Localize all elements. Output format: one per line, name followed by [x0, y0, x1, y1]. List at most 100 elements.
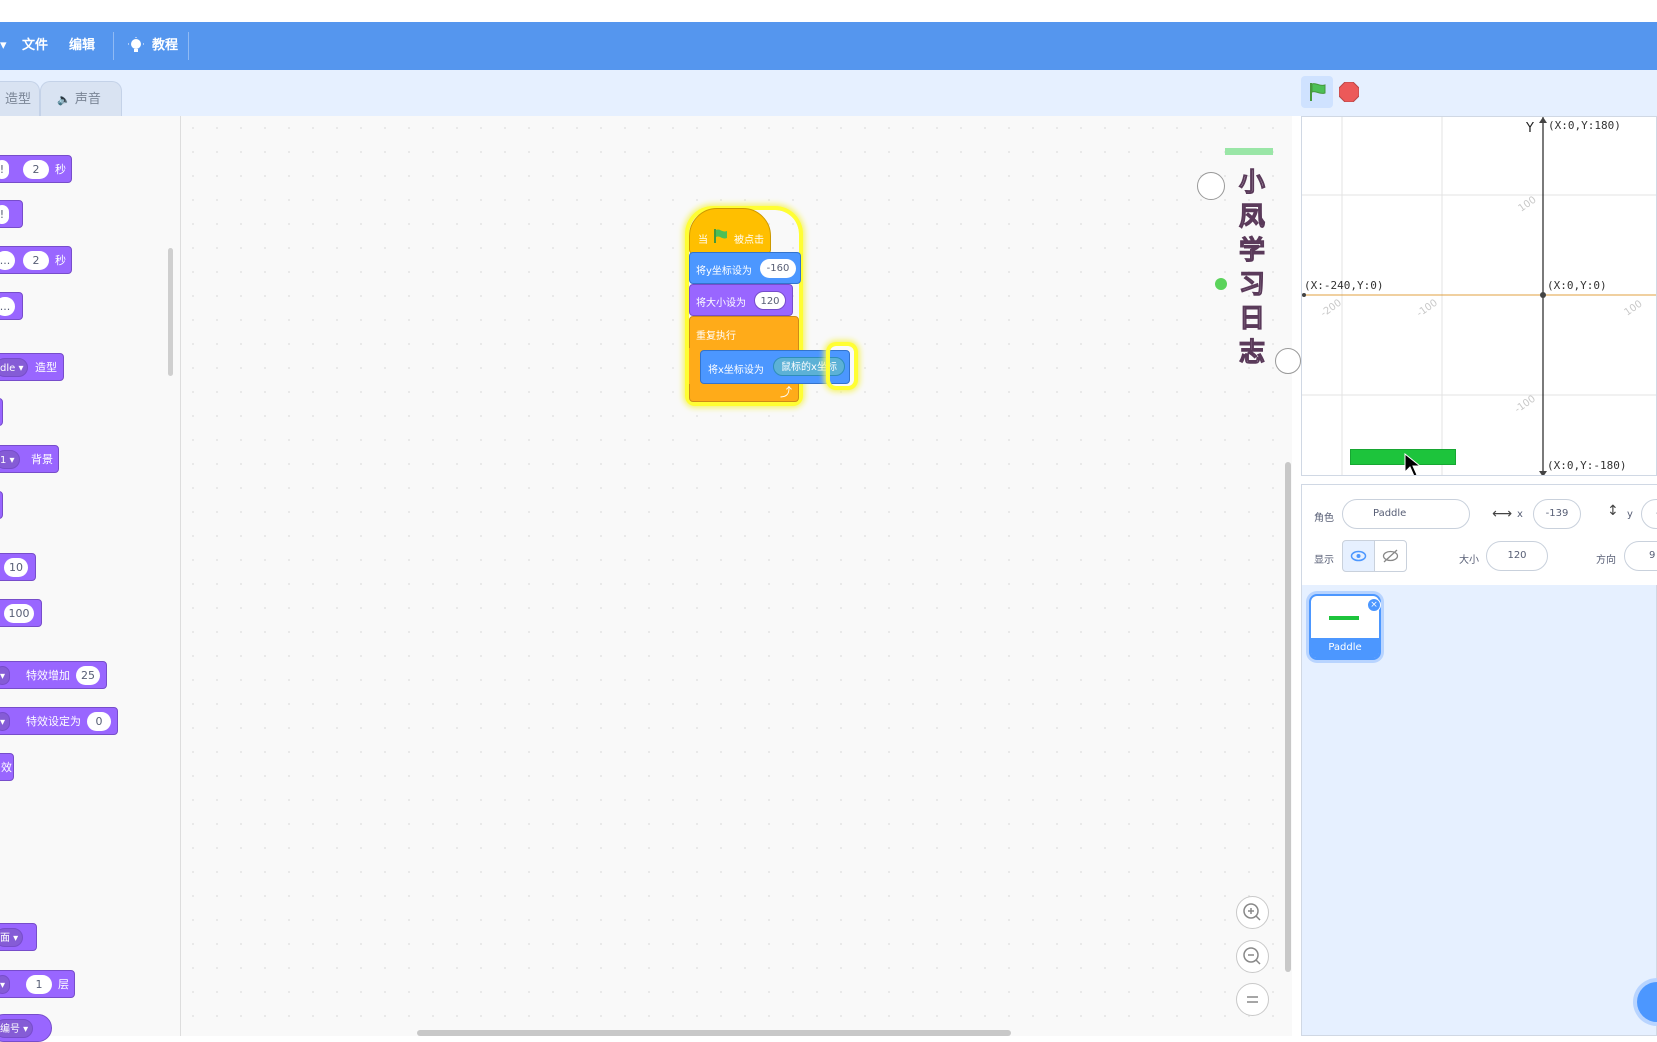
hide-button[interactable] — [1374, 540, 1407, 572]
palette-block-say-for-secs[interactable]: ! 2 秒 — [0, 155, 72, 183]
palette-block-next-backdrop[interactable] — [0, 491, 3, 519]
block-label: 当 — [698, 235, 708, 246]
block-input[interactable]: ... — [0, 297, 15, 316]
stage[interactable]: Y (X:0,Y:180) (X:-240,Y:0) (X:0,Y:0) (X:… — [1301, 116, 1657, 476]
palette-block-switch-costume[interactable]: dle ▾ 造型 — [0, 353, 64, 381]
set-y-block[interactable]: 将y坐标设为 -160 — [689, 252, 801, 284]
tab-costumes[interactable]: 造型 — [0, 81, 40, 116]
watermark-char: 习 — [1238, 270, 1266, 301]
set-size-input[interactable]: 120 — [754, 291, 786, 310]
y-input[interactable]: - — [1641, 499, 1657, 529]
dropdown-value: dle — [0, 363, 16, 374]
zoom-reset-button[interactable] — [1236, 983, 1269, 1016]
set-y-input[interactable]: -160 — [760, 259, 796, 278]
sprite-info: 角色 Paddle ⟷ x -139 ↕ y - 显示 大小 120 方向 9 — [1302, 485, 1657, 585]
browser-strip — [0, 0, 1657, 22]
block-input[interactable]: 10 — [4, 558, 28, 577]
block-label: 重复执行 — [696, 331, 736, 342]
eye-slash-icon — [1382, 549, 1399, 563]
number-dropdown[interactable]: 编号 ▾ — [0, 1019, 34, 1038]
costume-dropdown[interactable]: dle ▾ — [0, 358, 29, 377]
lightbulb-icon[interactable] — [128, 22, 144, 70]
direction-dropdown[interactable]: ▾ — [0, 975, 11, 994]
palette-block-change-size[interactable]: 10 — [0, 553, 36, 581]
menu-file[interactable]: 文件 — [22, 22, 48, 70]
block-label: 被点击 — [734, 235, 764, 246]
when-flag-clicked-block[interactable]: 当 被点击 — [689, 208, 771, 254]
palette-block-clear-effects[interactable]: 效 — [0, 753, 14, 781]
set-x-block[interactable]: 将x坐标设为 鼠标的x坐标 — [700, 350, 850, 384]
dropdown-value: 面 — [0, 933, 10, 944]
block-input[interactable]: 2 — [23, 251, 49, 270]
speaker-icon: 🔈 — [57, 93, 71, 106]
palette-block-say[interactable]: ! — [0, 200, 23, 228]
effect-dropdown[interactable]: ▾ — [0, 666, 11, 685]
x-label: x — [1517, 509, 1523, 520]
block-input[interactable]: 100 — [4, 604, 34, 623]
block-input[interactable]: 1 — [26, 975, 52, 994]
x-input[interactable]: -139 — [1533, 499, 1581, 529]
menu-divider — [113, 32, 114, 60]
sprite-thumbnail-label: Paddle — [1311, 638, 1379, 658]
palette-scrollbar[interactable] — [168, 248, 173, 376]
watermark-char: 小 — [1238, 168, 1266, 199]
x-value: -139 — [1545, 508, 1569, 519]
paddle-sprite[interactable] — [1350, 449, 1456, 465]
palette-block-set-size[interactable]: 100 — [0, 599, 42, 627]
block-label: 造型 — [35, 361, 57, 374]
palette-block-switch-backdrop[interactable]: 1 ▾ 背景 — [0, 445, 59, 473]
menu-bar: ▾ 文件 编辑 教程 — [0, 22, 1657, 70]
sprite-name-input[interactable]: Paddle — [1342, 499, 1470, 529]
delete-sprite-button[interactable]: × — [1367, 598, 1381, 612]
palette-block-costume-number[interactable]: 编号 ▾ — [0, 1014, 52, 1042]
size-label: 大小 — [1459, 555, 1479, 566]
set-size-block[interactable]: 将大小设为 120 — [689, 284, 793, 316]
loop-arrow-icon: ⤴ — [780, 385, 793, 399]
size-value: 120 — [1507, 550, 1527, 561]
block-label: 将x坐标设为 — [708, 365, 764, 376]
tab-sounds-label: 声音 — [74, 92, 101, 107]
sprite-thumbnail[interactable]: Paddle × — [1309, 594, 1381, 660]
block-input[interactable]: 25 — [76, 666, 100, 685]
direction-input[interactable]: 9 — [1624, 541, 1657, 571]
stage-grid — [1302, 117, 1656, 475]
palette-block-think[interactable]: ... — [0, 292, 23, 320]
block-label: 层 — [58, 978, 69, 991]
y-axis-label: Y — [1526, 121, 1534, 136]
effect-dropdown[interactable]: ▾ — [0, 712, 11, 731]
script-glow — [830, 346, 854, 386]
stop-button[interactable] — [1338, 81, 1360, 103]
menu-divider — [188, 32, 189, 60]
workspace-vertical-scrollbar[interactable] — [1285, 462, 1291, 972]
menu-edit[interactable]: 编辑 — [69, 22, 95, 70]
coord-top: (X:0,Y:180) — [1548, 119, 1621, 132]
zoom-in-button[interactable] — [1236, 896, 1269, 929]
zoom-out-button[interactable] — [1236, 940, 1269, 973]
show-button[interactable] — [1342, 540, 1375, 572]
workspace-horizontal-scrollbar[interactable] — [417, 1030, 1011, 1036]
stop-icon — [1338, 81, 1360, 103]
menu-tutorials[interactable]: 教程 — [152, 22, 178, 70]
palette-block-set-effect[interactable]: ▾ 特效设定为 0 — [0, 707, 118, 735]
tab-sounds[interactable]: 🔈 声音 — [40, 81, 122, 116]
block-input[interactable]: 2 — [23, 160, 49, 179]
palette-block-think-for-secs[interactable]: ... 2 秒 — [0, 246, 72, 274]
backdrop-dropdown[interactable]: 1 ▾ — [0, 450, 20, 469]
block-label: 将大小设为 — [696, 298, 746, 309]
y-label: y — [1627, 509, 1633, 520]
green-flag-button[interactable] — [1301, 76, 1333, 108]
block-input[interactable]: ... — [0, 251, 15, 270]
palette-block-next-costume[interactable] — [0, 398, 3, 426]
watermark-char: 学 — [1238, 236, 1266, 267]
block-input[interactable]: ! — [0, 205, 9, 224]
bunny-icon — [1197, 172, 1225, 200]
layer-dropdown[interactable]: 面 ▾ — [0, 928, 24, 947]
dropdown-value: 编号 — [0, 1024, 20, 1035]
size-input[interactable]: 120 — [1486, 541, 1548, 571]
palette-block-go-to-layer[interactable]: 面 ▾ — [0, 923, 37, 951]
language-dropdown-icon[interactable]: ▾ — [0, 22, 7, 70]
palette-block-change-effect[interactable]: ▾ 特效增加 25 — [0, 661, 107, 689]
block-input[interactable]: ! — [0, 160, 9, 179]
block-input[interactable]: 0 — [87, 712, 111, 731]
palette-block-go-layers[interactable]: ▾ 1 层 — [0, 970, 75, 998]
